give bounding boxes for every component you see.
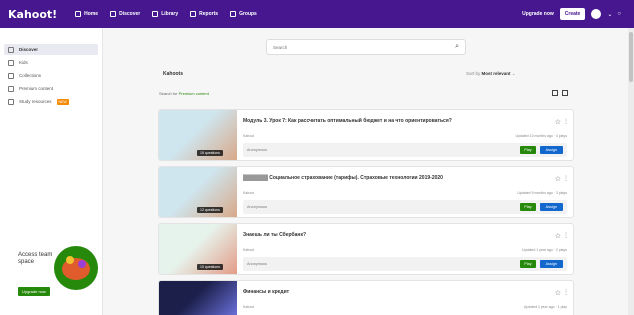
card-meta: Updated 9 months ago · 3 plays [517, 191, 567, 195]
card-footer: Anonymous Play Assign [243, 143, 567, 157]
creator-name[interactable]: Anonymous [247, 205, 520, 209]
more-icon[interactable]: ⋮ [563, 175, 569, 182]
book-icon [8, 98, 14, 105]
play-button[interactable]: Play [520, 203, 536, 211]
play-button[interactable]: Play [520, 260, 536, 268]
card-footer: Anonymous Play Assign [243, 257, 567, 271]
card-footer: Anonymous Play Assign [243, 200, 567, 214]
create-button[interactable]: Create [559, 8, 586, 20]
star-icon[interactable]: ☆ [555, 289, 561, 297]
card-type: Kahoot [243, 248, 255, 252]
question-count-badge: 15 questions [197, 150, 223, 156]
filter-chip[interactable]: Premium content [179, 91, 209, 96]
nav-library[interactable]: Library [152, 11, 178, 17]
card-thumbnail: 10 questions [159, 224, 237, 274]
nav-reports[interactable]: Reports [190, 11, 218, 17]
new-badge: NEW [56, 98, 69, 105]
card-thumbnail [159, 281, 237, 315]
card-thumbnail: 12 questions [159, 167, 237, 217]
premium-icon [8, 85, 14, 92]
kahoot-logo[interactable]: Kahoot! [8, 8, 57, 21]
sidebar: Discover Kids Collections Premium conten… [0, 28, 103, 315]
search-bar[interactable]: ⌕ [266, 39, 466, 55]
assign-button[interactable]: Assign [539, 146, 563, 154]
card-meta: Updated 1 year ago · 1 play [523, 305, 567, 309]
card-title[interactable]: Знаешь ли ты Сбербанк? [243, 232, 306, 238]
promo-card: Access team space Upgrade now [8, 242, 100, 312]
chevron-down-icon[interactable]: ⌄ [607, 11, 612, 18]
library-icon [152, 11, 159, 17]
more-icon[interactable]: ⋮ [563, 289, 569, 296]
nav-home[interactable]: Home [75, 11, 98, 17]
promo-upgrade-button[interactable]: Upgrade now [18, 287, 50, 296]
promo-illustration [54, 246, 98, 290]
list-view-icon[interactable] [552, 90, 558, 96]
star-icon [8, 72, 14, 79]
card-title[interactable]: ███████ Социальное страхование (тарифы).… [243, 175, 443, 181]
upgrade-link[interactable]: Upgrade now [522, 11, 554, 17]
card-type: Kahoot [243, 305, 255, 309]
question-count-badge: 12 questions [197, 207, 223, 213]
user-avatar-icon[interactable] [591, 9, 602, 19]
more-icon[interactable]: ⋮ [563, 118, 569, 125]
sort-dropdown[interactable]: Sort by Most relevant ⌄ [466, 71, 516, 77]
question-count-badge: 10 questions [197, 264, 223, 270]
search-icon[interactable]: ⌕ [455, 43, 459, 51]
scrollbar[interactable] [628, 28, 634, 315]
card-meta: Updated 10 months ago · 4 plays [515, 134, 567, 138]
section-title: Kahoots [163, 71, 183, 77]
assign-button[interactable]: Assign [539, 203, 563, 211]
compass-icon [8, 46, 14, 53]
assign-button[interactable]: Assign [539, 260, 563, 268]
nav-groups[interactable]: Groups [230, 11, 257, 17]
reports-icon [190, 11, 197, 17]
sidebar-item-kids[interactable]: Kids [4, 57, 98, 68]
card-title[interactable]: Модуль 3. Урок 7: Как рассчитать оптимал… [243, 118, 452, 124]
card-type: Kahoot [243, 134, 255, 138]
kahoot-card[interactable]: 12 questions ███████ Социальное страхова… [158, 166, 574, 218]
creator-name[interactable]: Anonymous [247, 148, 520, 152]
grid-view-icon[interactable] [562, 90, 568, 96]
kahoot-card[interactable]: 10 questions Знаешь ли ты Сбербанк? ☆ ⋮ … [158, 223, 574, 275]
filter-row: Search for Premium content [159, 91, 209, 96]
groups-icon [230, 11, 237, 17]
sidebar-item-premium[interactable]: Premium content [4, 83, 98, 94]
sidebar-item-discover[interactable]: Discover [4, 44, 98, 55]
card-title[interactable]: Финансы и кредит [243, 289, 289, 295]
kids-icon [8, 59, 14, 66]
card-thumbnail: 15 questions [159, 110, 237, 160]
play-button[interactable]: Play [520, 146, 536, 154]
home-icon [75, 11, 82, 17]
notification-icon[interactable]: ○ [617, 11, 621, 17]
nav-discover[interactable]: Discover [110, 11, 140, 17]
sidebar-item-study[interactable]: Study resources NEW [4, 96, 98, 107]
creator-name[interactable]: Anonymous [247, 262, 520, 266]
star-icon[interactable]: ☆ [555, 175, 561, 183]
top-navbar: Kahoot! Home Discover Library Reports Gr… [0, 0, 634, 28]
more-icon[interactable]: ⋮ [563, 232, 569, 239]
scrollbar-thumb[interactable] [629, 32, 633, 82]
compass-icon [110, 11, 117, 17]
search-input[interactable] [273, 44, 456, 50]
card-type: Kahoot [243, 191, 255, 195]
kahoot-card[interactable]: 15 questions Модуль 3. Урок 7: Как рассч… [158, 109, 574, 161]
sidebar-item-collections[interactable]: Collections [4, 70, 98, 81]
kahoot-card[interactable]: Финансы и кредит ☆ ⋮ Kahoot Updated 1 ye… [158, 280, 574, 315]
star-icon[interactable]: ☆ [555, 232, 561, 240]
star-icon[interactable]: ☆ [555, 118, 561, 126]
card-meta: Updated 1 year ago · 2 plays [522, 248, 567, 252]
